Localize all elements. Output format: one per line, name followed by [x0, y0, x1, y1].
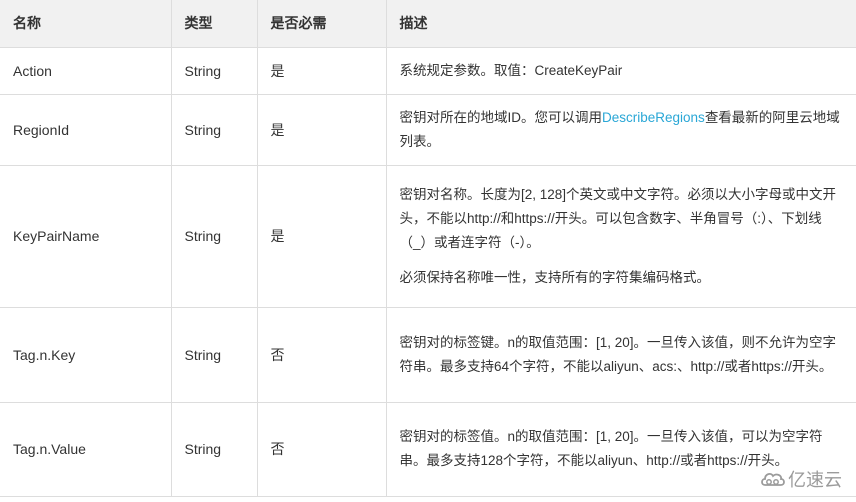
- table-row: KeyPairName String 是 密钥对名称。长度为[2, 128]个英…: [0, 164, 856, 308]
- description-text: 密钥对名称。长度为[2, 128]个英文或中文字符。必须以大小字母或中文开头，不…: [399, 186, 837, 250]
- description-paragraph: 必须保持名称唯一性，支持所有的字符集编码格式。: [400, 266, 847, 290]
- param-description: 密钥对的标签键。n的取值范围：[1, 20]。一旦传入该值，则不允许为空字符串。…: [385, 306, 856, 403]
- table-header: 名称 类型 是否必需 描述: [0, 0, 856, 48]
- param-name: RegionId: [0, 93, 172, 166]
- description-text: 密钥对所在的地域ID。您可以调用: [399, 109, 603, 125]
- table-row: Action String 是 系统规定参数。取值：CreateKeyPair: [0, 46, 856, 95]
- header-description: 描述: [385, 0, 856, 48]
- table-row: Tag.n.Value String 否 密钥对的标签值。n的取值范围：[1, …: [0, 401, 856, 497]
- description-paragraph: 密钥对所在的地域ID。您可以调用DescribeRegions查看最新的阿里云地…: [400, 106, 847, 154]
- description-text: 必须保持名称唯一性，支持所有的字符集编码格式。: [399, 269, 711, 285]
- param-name: KeyPairName: [0, 164, 172, 308]
- header-required: 是否必需: [256, 0, 387, 48]
- description-text: 密钥对的标签值。n的取值范围：[1, 20]。一旦传入该值，可以为空字符串。最多…: [399, 429, 823, 468]
- description-paragraph: 密钥对的标签键。n的取值范围：[1, 20]。一旦传入该值，则不允许为空字符串。…: [400, 331, 847, 379]
- table-row: Tag.n.Key String 否 密钥对的标签键。n的取值范围：[1, 20…: [0, 306, 856, 403]
- param-type: String: [170, 306, 258, 403]
- table-body: Action String 是 系统规定参数。取值：CreateKeyPair …: [0, 46, 856, 497]
- param-name: Tag.n.Value: [0, 401, 172, 497]
- param-name: Tag.n.Key: [0, 306, 172, 403]
- param-type: String: [170, 164, 258, 308]
- table-row: RegionId String 是 密钥对所在的地域ID。您可以调用Descri…: [0, 93, 856, 166]
- param-type: String: [170, 401, 258, 497]
- header-name: 名称: [0, 0, 172, 48]
- parameters-table: 名称 类型 是否必需 描述 Action String 是 系统规定参数。取值：…: [0, 0, 856, 497]
- description-text: 系统规定参数。取值：CreateKeyPair: [399, 62, 623, 78]
- describe-regions-link[interactable]: DescribeRegions: [602, 110, 705, 125]
- param-type: String: [170, 93, 258, 166]
- description-text: 密钥对的标签键。n的取值范围：[1, 20]。一旦传入该值，则不允许为空字符串。…: [399, 334, 837, 374]
- cloud-logo-icon: [760, 470, 786, 488]
- header-type: 类型: [170, 0, 258, 48]
- description-paragraph: 系统规定参数。取值：CreateKeyPair: [400, 59, 847, 83]
- param-required: 是: [256, 164, 387, 308]
- param-name: Action: [0, 46, 172, 95]
- param-required: 是: [256, 46, 387, 95]
- param-type: String: [170, 46, 258, 95]
- param-required: 否: [256, 306, 387, 403]
- param-description: 密钥对名称。长度为[2, 128]个英文或中文字符。必须以大小字母或中文开头，不…: [385, 164, 856, 308]
- watermark-text: 亿速云: [788, 470, 842, 491]
- description-paragraph: 密钥对名称。长度为[2, 128]个英文或中文字符。必须以大小字母或中文开头，不…: [400, 183, 847, 255]
- param-required: 否: [256, 401, 387, 497]
- param-required: 是: [256, 93, 387, 166]
- watermark: 亿速云: [760, 466, 842, 492]
- header-row: 名称 类型 是否必需 描述: [0, 0, 856, 48]
- param-description: 密钥对所在的地域ID。您可以调用DescribeRegions查看最新的阿里云地…: [385, 93, 856, 166]
- param-description: 系统规定参数。取值：CreateKeyPair: [385, 46, 856, 95]
